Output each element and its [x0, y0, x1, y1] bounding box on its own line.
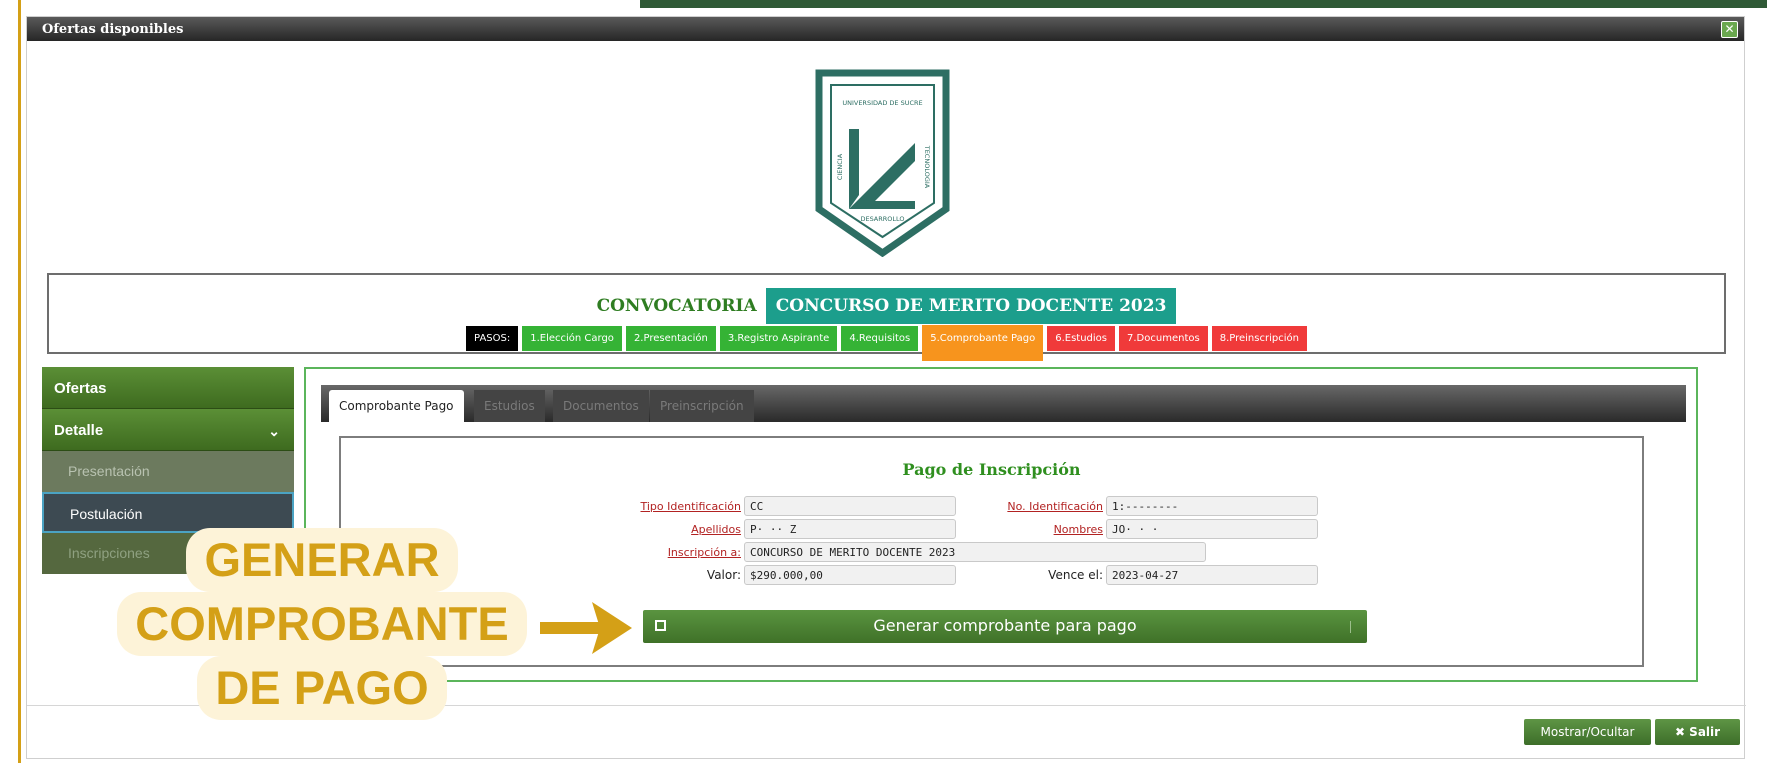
no-identificacion-label[interactable]: No. Identificación	[921, 500, 1103, 513]
apellidos-label[interactable]: Apellidos	[521, 523, 741, 536]
steps-bar: PASOS: 1.Elección Cargo 2.Presentación 3…	[49, 325, 1724, 361]
step-preinscripcion[interactable]: 8.Preinscripción	[1211, 326, 1307, 351]
convocatoria-label: CONVOCATORIA	[596, 296, 757, 316]
inscripcion-field[interactable]: CONCURSO DE MERITO DOCENTE 2023	[744, 542, 1206, 562]
university-logo: UNIVERSIDAD DE SUCRE CIENCIA TECNOLOGIA …	[815, 69, 950, 257]
tab-estudios[interactable]: Estudios	[474, 390, 545, 422]
window-title: Ofertas disponibles	[42, 22, 184, 37]
tab-comprobante-pago[interactable]: Comprobante Pago	[329, 390, 464, 422]
button-separator	[1350, 621, 1351, 633]
convocatoria-box: CONVOCATORIA CONCURSO DE MERITO DOCENTE …	[47, 273, 1726, 361]
callout-line-3: DE PAGO	[197, 656, 447, 720]
logo-text-bottom: DESARROLLO	[860, 215, 904, 223]
logo-text-left: CIENCIA	[836, 153, 844, 180]
chevron-down-icon: ⌄	[268, 423, 280, 439]
outer-banner-bar	[640, 0, 1767, 8]
tipo-identificacion-label[interactable]: Tipo Identificación	[521, 500, 741, 513]
generate-receipt-label: Generar comprobante para pago	[873, 616, 1137, 635]
tab-bar: Comprobante Pago Estudios Documentos Pre…	[321, 385, 1686, 422]
vence-label: Vence el:	[1048, 568, 1103, 582]
step-eleccion-cargo[interactable]: 1.Elección Cargo	[522, 326, 622, 351]
window-titlebar: Ofertas disponibles ✕	[27, 17, 1744, 41]
tab-documentos[interactable]: Documentos	[553, 390, 649, 422]
instruction-callout: GENERAR COMPROBANTE DE PAGO	[112, 528, 532, 720]
panel-title: Pago de Inscripción	[902, 460, 1081, 479]
sidebar-detalle-label: Detalle	[54, 422, 104, 439]
inscripcion-label[interactable]: Inscripción a:	[521, 546, 741, 559]
step-comprobante-pago[interactable]: 5.Comprobante Pago	[922, 325, 1044, 361]
salir-button[interactable]: ✖ Salir	[1655, 719, 1740, 745]
step-documentos[interactable]: 7.Documentos	[1119, 326, 1208, 351]
left-accent-line	[18, 0, 21, 763]
nombres-label[interactable]: Nombres	[921, 523, 1103, 536]
sidebar-item-postulacion[interactable]: Postulación	[42, 492, 294, 533]
sidebar-ofertas[interactable]: Ofertas	[42, 367, 294, 409]
sidebar-detalle[interactable]: Detalle ⌄	[42, 409, 294, 451]
callout-line-2: COMPROBANTE	[117, 592, 527, 656]
steps-label: PASOS:	[466, 326, 519, 351]
no-identificacion-field[interactable]: 1:--------	[1106, 496, 1318, 516]
sidebar-ofertas-label: Ofertas	[54, 380, 107, 397]
nombres-field[interactable]: JO· · ·	[1106, 519, 1318, 539]
mostrar-ocultar-button[interactable]: Mostrar/Ocultar	[1524, 719, 1651, 745]
tab-preinscripcion[interactable]: Preinscripción	[650, 390, 754, 422]
payment-panel: Pago de Inscripción Tipo Identificación …	[339, 436, 1644, 667]
arrow-right-icon	[540, 602, 632, 654]
convocatoria-value: CONCURSO DE MERITO DOCENTE 2023	[765, 288, 1177, 324]
vence-field[interactable]: 2023-04-27	[1106, 565, 1318, 585]
step-registro-aspirante[interactable]: 3.Registro Aspirante	[719, 326, 838, 351]
logo-text-top: UNIVERSIDAD DE SUCRE	[842, 99, 922, 107]
step-estudios[interactable]: 6.Estudios	[1047, 326, 1116, 351]
close-icon[interactable]: ✕	[1721, 21, 1738, 38]
step-presentacion[interactable]: 2.Presentación	[625, 326, 716, 351]
callout-line-1: GENERAR	[186, 528, 458, 592]
convocatoria-header: CONVOCATORIA CONCURSO DE MERITO DOCENTE …	[49, 288, 1724, 324]
generate-receipt-button[interactable]: Generar comprobante para pago	[643, 610, 1367, 643]
save-icon	[655, 620, 666, 631]
step-requisitos[interactable]: 4.Requisitos	[841, 326, 919, 351]
valor-label: Valor:	[706, 568, 741, 582]
logo-text-right: TECNOLOGIA	[923, 145, 931, 189]
sidebar-item-presentacion[interactable]: Presentación	[42, 451, 294, 492]
